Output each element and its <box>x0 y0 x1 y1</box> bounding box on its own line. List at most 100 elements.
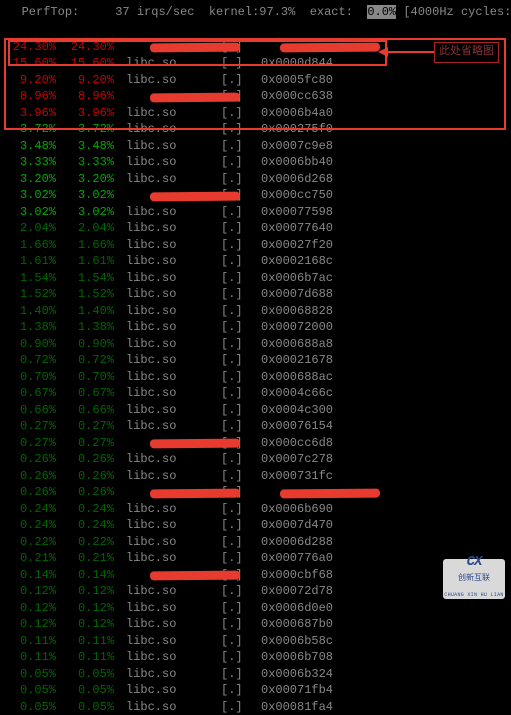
symbol-address: 0x00071fb4 <box>261 682 511 699</box>
overhead-pct: 0.12% <box>0 600 58 617</box>
overhead-pct-2: 3.33% <box>58 154 116 171</box>
bracket-dot: [.] <box>221 616 261 633</box>
bracket-dot: [.] <box>221 468 261 485</box>
overhead-pct-2: 0.12% <box>58 583 116 600</box>
symbol-address: 0x0006bb40 <box>261 154 511 171</box>
overhead-pct: 3.33% <box>0 154 58 171</box>
symbol-address: 0x00076154 <box>261 418 511 435</box>
overhead-pct-2: 3.48% <box>58 138 116 155</box>
symbol-address: 0x0007d688 <box>261 286 511 303</box>
symbol-address: 0x0006d288 <box>261 534 511 551</box>
shared-object: libc.so <box>116 138 221 155</box>
shared-object: libc.so <box>116 517 221 534</box>
overhead-pct-2: 0.26% <box>58 484 116 501</box>
shared-object: libc.so <box>116 369 221 386</box>
overhead-pct: 0.67% <box>0 385 58 402</box>
watermark-cn: 创新互联 <box>458 571 490 588</box>
bracket-dot: [.] <box>221 138 261 155</box>
header: PerfTop: 37 irqs/sec kernel:97.3% exact:… <box>0 0 511 21</box>
bracket-dot: [.] <box>221 402 261 419</box>
perf-top-window: PerfTop: 37 irqs/sec kernel:97.3% exact:… <box>0 0 511 605</box>
overhead-pct: 0.66% <box>0 402 58 419</box>
overhead-pct: 1.54% <box>0 270 58 287</box>
overhead-pct: 0.26% <box>0 484 58 501</box>
symbol-address: 0x000275f0 <box>261 121 511 138</box>
shared-object: libc.so <box>116 682 221 699</box>
symbol-address: 0x000688a8 <box>261 336 511 353</box>
header-exact-value: 0.0% <box>367 5 396 19</box>
overhead-pct-2: 0.24% <box>58 517 116 534</box>
symbol-address: 0x0002168c <box>261 253 511 270</box>
overhead-pct-2: 3.02% <box>58 187 116 204</box>
table-row: 3.48%3.48%libc.so[.]0x0007c9e8 <box>0 138 511 155</box>
shared-object: libc.so <box>116 286 221 303</box>
symbol-address: 0x00021678 <box>261 352 511 369</box>
symbol-address: 0x0006b708 <box>261 649 511 666</box>
symbol-address: 0x0006b7ac <box>261 270 511 287</box>
table-row: 9.20%9.20%libc.so[.]0x0005fc80 <box>0 72 511 89</box>
symbol-address: 0x00077640 <box>261 220 511 237</box>
overhead-pct-2: 0.90% <box>58 336 116 353</box>
overhead-pct: 0.21% <box>0 550 58 567</box>
table-row: 2.04%2.04%libc.so[.]0x00077640 <box>0 220 511 237</box>
table-row: 3.02%3.02%[.]0x000cc750 <box>0 187 511 204</box>
shared-object: libc.so <box>116 468 221 485</box>
overhead-pct-2: 0.12% <box>58 616 116 633</box>
symbol-address: 0x0006d268 <box>261 171 511 188</box>
shared-object: libc.so <box>116 72 221 89</box>
annotation-arrow <box>384 51 434 53</box>
overhead-pct: 0.70% <box>0 369 58 386</box>
overhead-pct-2: 9.20% <box>58 72 116 89</box>
bracket-dot: [.] <box>221 220 261 237</box>
overhead-pct-2: 15.60% <box>58 55 116 72</box>
table-row: 0.27%0.27%libc.so[.]0x00076154 <box>0 418 511 435</box>
overhead-pct-2: 3.96% <box>58 105 116 122</box>
symbol-address: 0x00077598 <box>261 204 511 221</box>
redaction-stroke <box>150 439 240 449</box>
overhead-pct-2: 0.05% <box>58 682 116 699</box>
shared-object: libc.so <box>116 699 221 715</box>
bracket-dot: [.] <box>221 55 261 72</box>
bracket-dot: [.] <box>221 253 261 270</box>
overhead-pct: 0.12% <box>0 583 58 600</box>
overhead-pct-2: 1.38% <box>58 319 116 336</box>
symbol-address: 0x000731fc <box>261 468 511 485</box>
overhead-pct-2: 0.70% <box>58 369 116 386</box>
shared-object: libc.so <box>116 253 221 270</box>
shared-object: libc.so <box>116 237 221 254</box>
overhead-pct-2: 24.30% <box>58 39 116 56</box>
table-row: 0.24%0.24%libc.so[.]0x0007d470 <box>0 517 511 534</box>
shared-object: libc.so <box>116 600 221 617</box>
overhead-pct-2: 0.14% <box>58 567 116 584</box>
overhead-pct-2: 3.72% <box>58 121 116 138</box>
table-row: 0.26%0.26%[.] <box>0 484 511 501</box>
table-row: 0.27%0.27%[.]0x000cc6d8 <box>0 435 511 452</box>
overhead-pct: 0.11% <box>0 633 58 650</box>
bracket-dot: [.] <box>221 666 261 683</box>
overhead-pct-2: 0.26% <box>58 451 116 468</box>
overhead-pct-2: 0.05% <box>58 666 116 683</box>
table-row: 0.72%0.72%libc.so[.]0x00021678 <box>0 352 511 369</box>
bracket-dot: [.] <box>221 600 261 617</box>
overhead-pct-2: 0.11% <box>58 649 116 666</box>
shared-object: libc.so <box>116 55 221 72</box>
table-row: 0.70%0.70%libc.so[.]0x000688ac <box>0 369 511 386</box>
symbol-address: 0x0007c278 <box>261 451 511 468</box>
table-row: 0.05%0.05%libc.so[.]0x00071fb4 <box>0 682 511 699</box>
overhead-pct-2: 0.72% <box>58 352 116 369</box>
bracket-dot: [.] <box>221 682 261 699</box>
overhead-pct: 3.72% <box>0 121 58 138</box>
perf-table: 24.30%24.30%[.]15.60%15.60%libc.so[.]0x0… <box>0 21 511 715</box>
overhead-pct: 8.96% <box>0 88 58 105</box>
table-row: 0.14%0.14%[.]0x000cbf68 <box>0 567 511 584</box>
overhead-pct: 2.04% <box>0 220 58 237</box>
table-row: 0.12%0.12%libc.so[.]0x00072d78 <box>0 583 511 600</box>
overhead-pct: 0.22% <box>0 534 58 551</box>
shared-object: libc.so <box>116 121 221 138</box>
overhead-pct-2: 0.27% <box>58 435 116 452</box>
table-row: 1.61%1.61%libc.so[.]0x0002168c <box>0 253 511 270</box>
bracket-dot: [.] <box>221 171 261 188</box>
bracket-dot: [.] <box>221 72 261 89</box>
annotation-arrow-head <box>378 47 388 57</box>
overhead-pct-2: 0.05% <box>58 699 116 715</box>
